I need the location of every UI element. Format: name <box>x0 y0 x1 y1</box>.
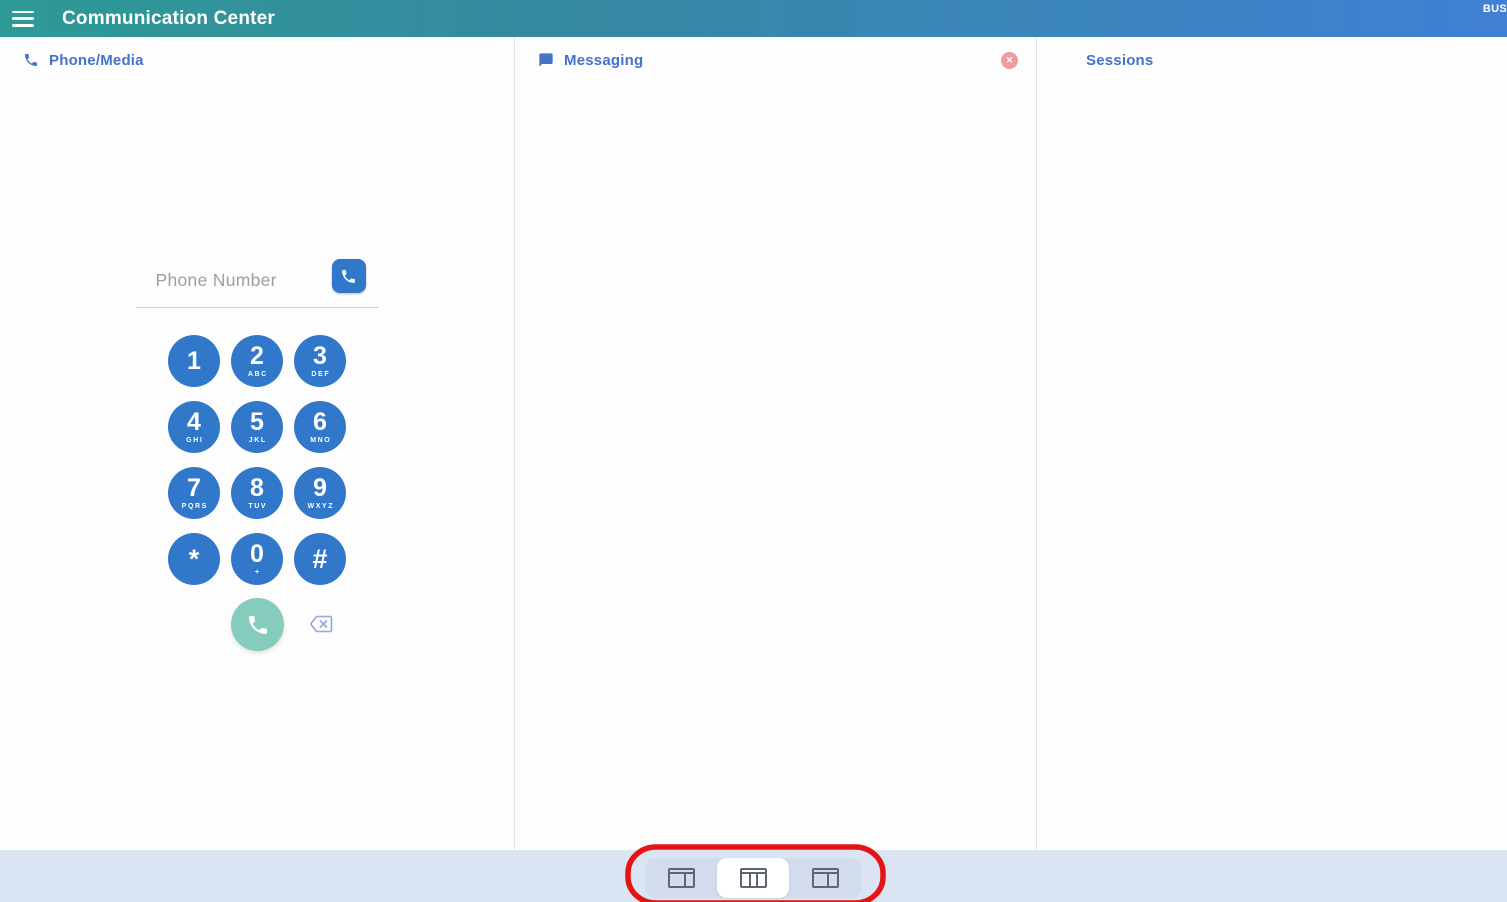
dialpad-key-4[interactable]: 4 GHI <box>168 401 220 453</box>
sessions-header: Sessions <box>1037 37 1507 83</box>
panel-messaging: Messaging ✕ <box>515 37 1037 850</box>
dialpad-key-9[interactable]: 9 WXYZ <box>294 467 346 519</box>
status-text: BUS <box>1483 3 1507 15</box>
dialpad-key-7[interactable]: 7 PQRS <box>168 467 220 519</box>
messaging-title: Messaging <box>564 52 643 69</box>
dialpad-key-2[interactable]: 2 ABC <box>231 335 283 387</box>
dialpad-key-8[interactable]: 8 TUV <box>231 467 283 519</box>
key-digit: # <box>312 546 327 573</box>
key-letters: PQRS <box>180 503 208 510</box>
layout-switcher <box>645 858 861 898</box>
key-letters: + <box>253 569 260 576</box>
key-digit: 3 <box>313 344 327 369</box>
key-digit: 6 <box>313 410 327 435</box>
dial-call-button[interactable] <box>332 259 366 293</box>
dialpad-key-3[interactable]: 3 DEF <box>294 335 346 387</box>
key-letters: MNO <box>309 437 332 444</box>
layout-three-pane-button[interactable] <box>717 858 789 898</box>
panel-sessions: Sessions <box>1037 37 1507 850</box>
hamburger-menu-icon[interactable] <box>12 11 34 27</box>
phone-number-row <box>136 250 379 308</box>
key-digit: 9 <box>313 476 327 501</box>
key-digit: 8 <box>250 476 264 501</box>
start-call-button[interactable] <box>231 598 284 651</box>
dialpad-actions <box>168 598 346 654</box>
key-digit: 4 <box>187 410 201 435</box>
layout-two-pane-right-split-button[interactable] <box>645 858 717 898</box>
messaging-header: Messaging ✕ <box>515 37 1036 83</box>
chat-icon <box>537 52 554 69</box>
list-bars-icon <box>1059 53 1076 68</box>
key-digit: 7 <box>187 476 201 501</box>
dialpad-key-*[interactable]: * <box>168 533 220 585</box>
key-letters: GHI <box>185 437 204 444</box>
phone-number-input[interactable] <box>156 260 326 300</box>
app-title: Communication Center <box>62 8 275 30</box>
key-letters: JKL <box>247 437 267 444</box>
key-digit: 0 <box>250 542 264 567</box>
layout-two-pane-wide-left-icon <box>812 868 839 888</box>
dialpad-key-5[interactable]: 5 JKL <box>231 401 283 453</box>
dialpad-key-#[interactable]: # <box>294 533 346 585</box>
dialpad: 12ABC3DEF4GHI5JKL6MNO7PQRS8TUV9WXYZ*0+# <box>0 250 514 654</box>
key-digit: 5 <box>250 410 264 435</box>
main-content: Phone/Media 1 2 ABC 3 DEF 4 GHI 5 JKL 6 MNO 7 PQRS 8 T… <box>0 37 1507 850</box>
key-digit: * <box>189 546 200 573</box>
layout-two-pane-right-split-icon <box>668 868 695 888</box>
dialpad-keys: 12ABC3DEF4GHI5JKL6MNO7PQRS8TUV9WXYZ*0+# <box>168 335 346 585</box>
layout-toolbar <box>0 850 1507 902</box>
dialpad-key-0[interactable]: 0+ <box>231 533 283 585</box>
layout-two-pane-wide-left-button[interactable] <box>789 858 861 898</box>
app-header: Communication Center BUS <box>0 0 1507 37</box>
close-x-icon[interactable]: ✕ <box>1001 52 1018 69</box>
phone-icon <box>22 52 39 69</box>
panel-phone-media: Phone/Media 1 2 ABC 3 DEF 4 GHI 5 JKL 6 MNO 7 PQRS 8 T… <box>0 37 515 850</box>
backspace-icon[interactable] <box>309 612 333 636</box>
dialpad-key-1[interactable]: 1 <box>168 335 220 387</box>
key-letters: TUV <box>247 503 267 510</box>
layout-three-pane-icon <box>740 868 767 888</box>
key-letters: ABC <box>246 371 268 378</box>
key-letters: WXYZ <box>306 503 334 510</box>
key-letters: DEF <box>310 371 330 378</box>
dialpad-key-6[interactable]: 6 MNO <box>294 401 346 453</box>
key-digit: 2 <box>250 344 264 369</box>
key-digit: 1 <box>187 349 201 374</box>
sessions-title: Sessions <box>1086 52 1153 69</box>
phone-media-header: Phone/Media <box>0 37 514 83</box>
phone-media-title: Phone/Media <box>49 52 144 69</box>
